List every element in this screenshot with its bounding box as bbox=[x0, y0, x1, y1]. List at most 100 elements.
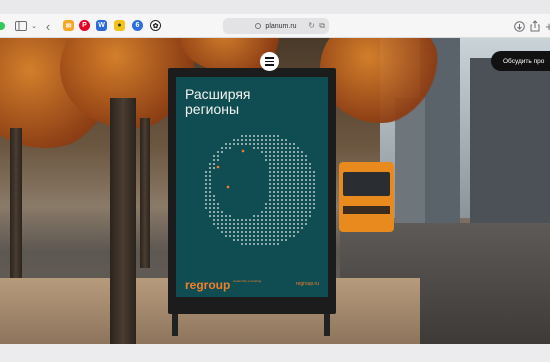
globe-dot bbox=[265, 227, 267, 229]
globe-dot bbox=[225, 215, 227, 217]
globe-dot bbox=[209, 207, 211, 209]
share-icon[interactable] bbox=[528, 19, 542, 33]
globe-dot bbox=[269, 147, 271, 149]
pinterest-favicon-icon[interactable]: P bbox=[79, 20, 90, 31]
discuss-project-button[interactable]: Обсудить про bbox=[491, 51, 550, 71]
globe-dot bbox=[269, 195, 271, 197]
globe-dot bbox=[293, 163, 295, 165]
globe-dot bbox=[249, 231, 251, 233]
globe-dot bbox=[257, 227, 259, 229]
globe-dot bbox=[261, 223, 263, 225]
globe-dot bbox=[277, 227, 279, 229]
globe-dot bbox=[261, 151, 263, 153]
globe-dot bbox=[209, 179, 211, 181]
gmail-favicon-icon[interactable]: ✉ bbox=[63, 20, 74, 31]
globe-dot bbox=[293, 207, 295, 209]
back-icon[interactable]: ‹ bbox=[41, 19, 55, 34]
globe-dot bbox=[289, 235, 291, 237]
globe-dot bbox=[209, 191, 211, 193]
globe-dot bbox=[205, 171, 207, 173]
globe-dot bbox=[293, 183, 295, 185]
globe-dot bbox=[293, 227, 295, 229]
globe-dot bbox=[281, 195, 283, 197]
globe-dot bbox=[249, 135, 251, 137]
globe-dot bbox=[221, 219, 223, 221]
globe-dot bbox=[293, 155, 295, 157]
globe-dot bbox=[257, 223, 259, 225]
globe-dot bbox=[285, 159, 287, 161]
globe-dot bbox=[313, 175, 315, 177]
globe-dot bbox=[281, 219, 283, 221]
globe-dot bbox=[213, 167, 215, 169]
download-icon[interactable] bbox=[512, 19, 526, 33]
globe-dot bbox=[285, 191, 287, 193]
globe-dot bbox=[213, 211, 215, 213]
globe-dot bbox=[249, 219, 251, 221]
globe-dot bbox=[281, 175, 283, 177]
globe-dot bbox=[293, 235, 295, 237]
globe-dot bbox=[273, 195, 275, 197]
yellow-app-favicon-icon[interactable]: ● bbox=[114, 20, 125, 31]
add-tab-icon[interactable]: + bbox=[542, 19, 550, 34]
extension-icon[interactable]: ⧉ bbox=[319, 21, 325, 31]
globe-dot bbox=[281, 211, 283, 213]
address-bar[interactable]: planum.ru ↻ ⧉ bbox=[223, 18, 329, 34]
globe-dot bbox=[297, 159, 299, 161]
blue-app-favicon-icon[interactable]: 6 bbox=[132, 20, 143, 31]
reload-icon[interactable]: ↻ bbox=[308, 21, 315, 30]
globe-dot bbox=[285, 211, 287, 213]
globe-dot bbox=[245, 227, 247, 229]
window-control-dot[interactable] bbox=[0, 22, 5, 30]
globe-dot bbox=[269, 215, 271, 217]
globe-dot bbox=[245, 231, 247, 233]
globe-dot bbox=[253, 243, 255, 245]
globe-dot bbox=[217, 223, 219, 225]
globe-dot bbox=[225, 223, 227, 225]
globe-dot bbox=[217, 227, 219, 229]
globe-dot bbox=[269, 151, 271, 153]
globe-dot bbox=[301, 223, 303, 225]
globe-dot bbox=[301, 207, 303, 209]
globe-dot bbox=[225, 147, 227, 149]
poster-url: regroup.ru bbox=[295, 281, 319, 287]
globe-dot bbox=[269, 143, 271, 145]
globe-dot bbox=[269, 163, 271, 165]
globe-dot bbox=[293, 159, 295, 161]
globe-dot bbox=[285, 219, 287, 221]
globe-accent-dot bbox=[216, 165, 220, 169]
globe-dot bbox=[209, 211, 211, 213]
globe-dot bbox=[277, 139, 279, 141]
globe-dot bbox=[229, 215, 231, 217]
globe-dot bbox=[273, 191, 275, 193]
globe-dot bbox=[309, 179, 311, 181]
globe-dot bbox=[297, 231, 299, 233]
openai-favicon-icon[interactable]: ✿ bbox=[150, 20, 161, 31]
globe-dot bbox=[233, 239, 235, 241]
globe-dot bbox=[265, 223, 267, 225]
chevron-down-icon[interactable]: ⌄ bbox=[27, 19, 41, 33]
globe-dot bbox=[213, 215, 215, 217]
globe-dot bbox=[289, 215, 291, 217]
globe-dot bbox=[293, 171, 295, 173]
globe-dot bbox=[277, 203, 279, 205]
tree-trunk bbox=[10, 128, 22, 278]
globe-dot bbox=[229, 147, 231, 149]
globe-dot bbox=[233, 227, 235, 229]
globe-dot bbox=[309, 187, 311, 189]
globe-dot bbox=[309, 211, 311, 213]
vk-favicon-icon[interactable]: W bbox=[96, 20, 107, 31]
menu-button[interactable] bbox=[260, 52, 279, 71]
globe-dot bbox=[269, 219, 271, 221]
globe-dot bbox=[273, 151, 275, 153]
dotted-globe-graphic bbox=[205, 135, 315, 245]
globe-dot bbox=[293, 211, 295, 213]
globe-dot bbox=[281, 183, 283, 185]
globe-dot bbox=[221, 223, 223, 225]
globe-dot bbox=[221, 147, 223, 149]
globe-dot bbox=[233, 235, 235, 237]
billboard-leg bbox=[172, 314, 178, 336]
globe-dot bbox=[273, 163, 275, 165]
sidebar-icon[interactable] bbox=[14, 19, 28, 33]
globe-dot bbox=[205, 207, 207, 209]
globe-dot bbox=[305, 163, 307, 165]
